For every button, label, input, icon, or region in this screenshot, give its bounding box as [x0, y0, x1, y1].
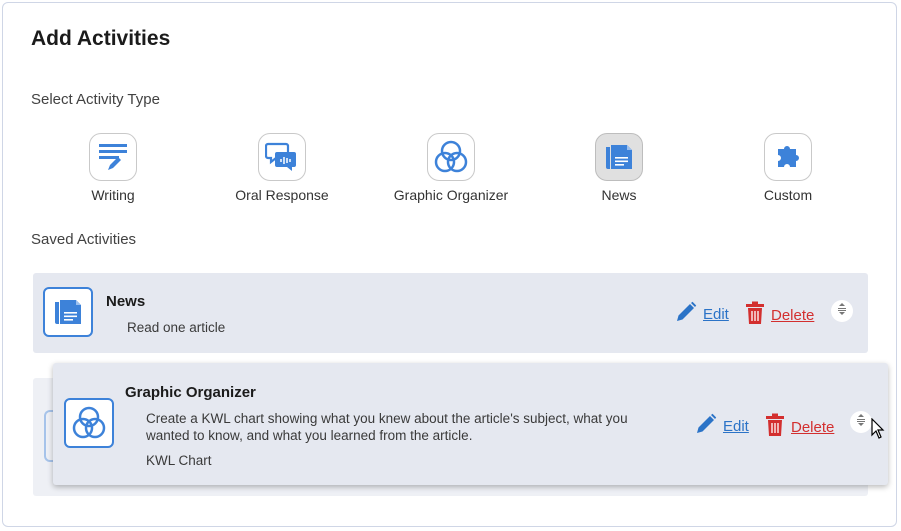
saved-activity-news[interactable]: News Read one article Edit Delete: [33, 273, 868, 353]
activity-type-news-label: News: [601, 187, 637, 203]
saved-activity-description: Create a KWL chart showing what you knew…: [146, 411, 628, 443]
pencil-icon: [695, 413, 717, 439]
activity-type-graphic-organizer-label: Graphic Organizer: [393, 187, 509, 203]
activity-type-label: Select Activity Type: [31, 91, 160, 108]
drag-handle-icon: [836, 302, 848, 321]
drag-handle[interactable]: [831, 300, 853, 322]
saved-activity-description: Read one article: [127, 320, 226, 335]
page-title: Add Activities: [31, 27, 171, 50]
saved-activity-title: News: [106, 293, 146, 310]
pencil-icon: [675, 301, 697, 327]
saved-activity-title: Graphic Organizer: [125, 384, 256, 401]
activity-type-custom-label: Custom: [763, 187, 813, 203]
delete-button[interactable]: Delete: [745, 301, 814, 329]
saved-activity-subtitle: KWL Chart: [146, 453, 212, 468]
edit-button[interactable]: Edit: [695, 413, 749, 439]
edit-button[interactable]: Edit: [675, 301, 729, 327]
mouse-cursor-icon: [871, 417, 885, 445]
writing-icon: [89, 133, 137, 181]
delete-label: Delete: [791, 418, 835, 436]
graphic-organizer-icon: [64, 398, 114, 448]
activity-type-graphic-organizer[interactable]: Graphic Organizer: [381, 133, 521, 203]
saved-activity-graphic-organizer[interactable]: Graphic Organizer Create a KWL chart sho…: [53, 363, 888, 485]
drag-handle-icon: [855, 413, 867, 432]
delete-label: Delete: [771, 306, 815, 324]
activity-type-news[interactable]: News: [549, 133, 689, 203]
trash-icon: [745, 301, 765, 329]
graphic-organizer-icon: [427, 133, 475, 181]
saved-activities-label: Saved Activities: [31, 231, 137, 248]
edit-label: Edit: [703, 305, 729, 323]
news-icon: [43, 287, 93, 337]
trash-icon: [765, 413, 785, 441]
edit-label: Edit: [723, 417, 749, 435]
activity-type-oral-response[interactable]: Oral Response: [212, 133, 352, 203]
puzzle-icon: [764, 133, 812, 181]
activity-type-custom[interactable]: Custom: [718, 133, 858, 203]
oral-response-icon: [258, 133, 306, 181]
drag-handle[interactable]: [850, 411, 872, 433]
activity-type-writing-label: Writing: [91, 187, 135, 203]
news-icon: [595, 133, 643, 181]
activity-type-oral-response-label: Oral Response: [235, 187, 329, 203]
delete-button[interactable]: Delete: [765, 413, 834, 441]
activity-type-writing[interactable]: Writing: [43, 133, 183, 203]
